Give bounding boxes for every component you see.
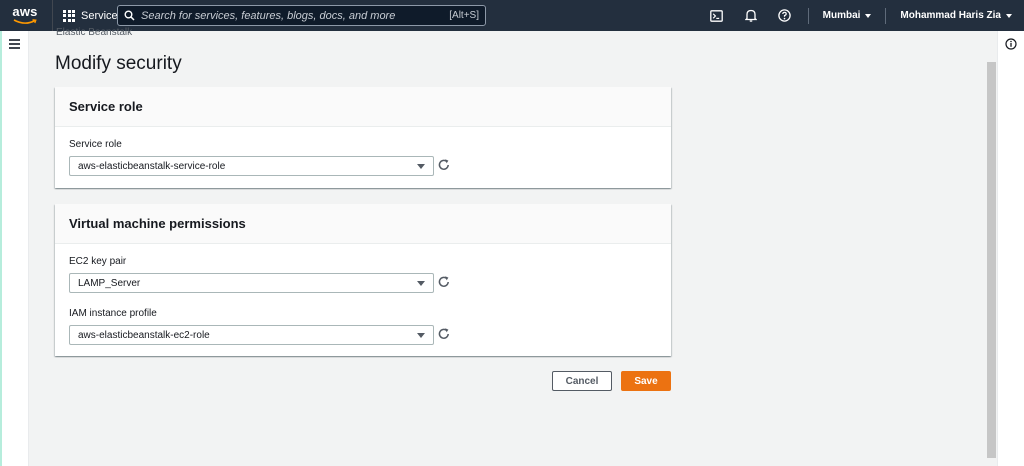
field-label: EC2 key pair: [69, 256, 127, 267]
page-title: Modify security: [55, 53, 182, 74]
scrollbar-thumb[interactable]: [987, 62, 996, 458]
refresh-icon[interactable]: [437, 275, 451, 289]
search-input[interactable]: Search for services, features, blogs, do…: [117, 5, 486, 26]
field-label: IAM instance profile: [69, 308, 157, 319]
left-navigation-rail: [0, 31, 29, 466]
terminal-icon: [710, 9, 723, 22]
cancel-button[interactable]: Cancel: [552, 371, 612, 391]
top-navigation-bar: aws Services Search for services, featur…: [0, 0, 1024, 31]
caret-down-icon: [417, 332, 425, 338]
ec2-key-pair-select[interactable]: LAMP_Server: [69, 273, 434, 293]
chevron-down-icon: [1006, 13, 1012, 18]
region-label: Mumbai: [822, 10, 861, 21]
nav-divider: [885, 7, 887, 24]
notifications-button[interactable]: [734, 0, 768, 31]
aws-smile-icon: [13, 19, 37, 24]
nav-divider: [807, 7, 809, 24]
aws-logo[interactable]: aws: [4, 0, 46, 31]
bell-icon: [744, 9, 757, 22]
chevron-down-icon: [865, 13, 872, 18]
help-button[interactable]: [768, 0, 802, 31]
search-icon: [124, 10, 135, 21]
card-title: Virtual machine permissions: [69, 216, 246, 231]
breadcrumb[interactable]: Elastic Beanstalk: [56, 27, 132, 38]
account-menu[interactable]: Mohammad Haris Zia: [892, 10, 1024, 21]
iam-instance-profile-field: IAM instance profile aws-elasticbeanstal…: [69, 308, 434, 345]
search-placeholder: Search for services, features, blogs, do…: [141, 9, 396, 22]
refresh-icon[interactable]: [437, 158, 451, 172]
grid-icon: [63, 9, 75, 22]
select-value: aws-elasticbeanstalk-ec2-role: [78, 329, 210, 341]
save-button[interactable]: Save: [621, 371, 671, 391]
service-role-field: Service role aws-elasticbeanstalk-servic…: [69, 139, 434, 176]
aws-logo-text: aws: [12, 4, 38, 19]
search-shortcut: [Alt+S]: [449, 10, 479, 21]
cloudshell-button[interactable]: [700, 0, 734, 31]
service-role-card: Service role Service role aws-elasticbea…: [55, 87, 671, 188]
select-value: LAMP_Server: [78, 277, 141, 289]
iam-instance-profile-select[interactable]: aws-elasticbeanstalk-ec2-role: [69, 325, 434, 345]
field-label: Service role: [69, 139, 122, 150]
service-role-select[interactable]: aws-elasticbeanstalk-service-role: [69, 156, 434, 176]
card-header: Service role: [55, 87, 671, 127]
right-tools-rail: [997, 31, 1024, 466]
menu-icon[interactable]: [9, 39, 20, 52]
info-icon[interactable]: [1005, 38, 1017, 50]
vm-permissions-card: Virtual machine permissions EC2 key pair…: [55, 204, 671, 356]
card-header: Virtual machine permissions: [55, 204, 671, 244]
ec2-key-pair-field: EC2 key pair LAMP_Server: [69, 256, 434, 293]
caret-down-icon: [417, 163, 425, 169]
region-selector[interactable]: Mumbai: [815, 10, 880, 21]
account-name: Mohammad Haris Zia: [900, 10, 1001, 21]
caret-down-icon: [417, 280, 425, 286]
card-title: Service role: [69, 99, 143, 114]
left-accent-stripe: [0, 31, 2, 466]
select-value: aws-elasticbeanstalk-service-role: [78, 160, 226, 172]
refresh-icon[interactable]: [437, 327, 451, 341]
help-icon: [778, 9, 791, 22]
